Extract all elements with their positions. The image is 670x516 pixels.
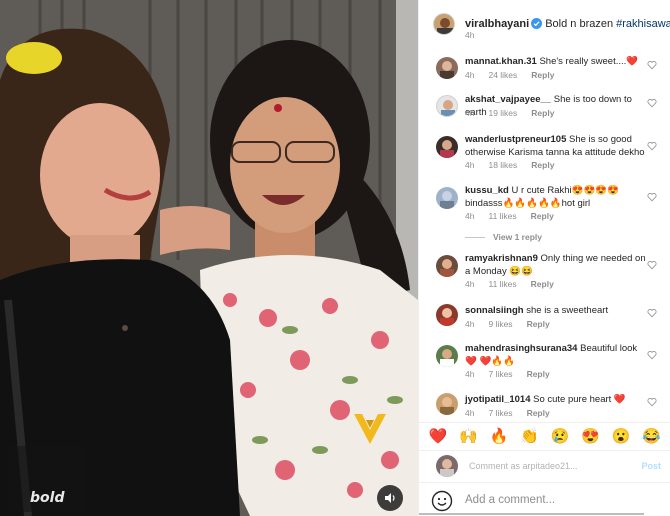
watermark-label: bold	[30, 490, 65, 506]
comment-username[interactable]: wanderlustpreneur105	[465, 134, 566, 145]
post-caption: viralbhayani Bold n brazen #rakhisawant 4…	[419, 0, 670, 44]
v-logo-icon	[354, 414, 386, 444]
comment-likes[interactable]: 11 likes	[488, 279, 516, 289]
comment-time: 4h	[465, 319, 475, 329]
comment-likes[interactable]: 9 likes	[488, 319, 512, 329]
reply-button[interactable]: Reply	[527, 319, 550, 329]
comment-time: 4h	[465, 70, 475, 80]
comment-time: 4h	[465, 369, 475, 379]
comment-likes[interactable]: 11 likes	[488, 211, 516, 221]
hashtag-link[interactable]: #rakhisawant	[616, 18, 670, 30]
like-heart-icon[interactable]	[647, 260, 657, 270]
comment-time: 4h	[465, 108, 475, 118]
comment-username[interactable]: mahendrasinghsurana34	[465, 343, 577, 354]
quick-reactions-bar: ❤️ 🙌 🔥 👏 😢 😍 😮 😂	[419, 422, 670, 448]
comment-time: 4h	[465, 279, 475, 289]
reply-button[interactable]: Reply	[531, 279, 554, 289]
comment-list[interactable]: mannat.khan.31 She's really sweet....❤️ …	[419, 44, 670, 422]
comment-username[interactable]: jyotipatil_1014	[465, 394, 530, 405]
reply-button[interactable]: Reply	[531, 108, 554, 118]
quick-comment-input[interactable]: Comment as arpitadeo21...	[469, 461, 578, 471]
like-heart-icon[interactable]	[647, 308, 657, 318]
speaker-icon	[385, 493, 395, 503]
reply-button[interactable]: Reply	[531, 70, 554, 80]
avatar[interactable]	[436, 255, 458, 277]
verified-badge-icon	[531, 18, 543, 29]
avatar[interactable]	[436, 393, 458, 415]
like-heart-icon[interactable]	[647, 98, 657, 108]
comment-likes[interactable]: 7 likes	[488, 369, 512, 379]
comments-panel: viralbhayani Bold n brazen #rakhisawant 4…	[418, 0, 670, 516]
add-comment-bar: Add a comment...	[419, 482, 670, 516]
avatar[interactable]	[436, 57, 458, 79]
avatar[interactable]	[436, 136, 458, 158]
comment-username[interactable]: sonnalsiingh	[465, 305, 524, 316]
comment-time: 4h	[465, 408, 475, 418]
like-heart-icon[interactable]	[647, 350, 657, 360]
reply-button[interactable]: Reply	[531, 211, 554, 221]
post-time: 4h	[465, 30, 475, 40]
reaction-heart-eyes[interactable]: 😍	[581, 427, 600, 445]
sound-toggle-button[interactable]	[377, 485, 403, 511]
avatar[interactable]	[436, 95, 458, 117]
post-username[interactable]: viralbhayani	[465, 18, 529, 30]
reaction-surprised[interactable]: 😮	[612, 427, 631, 445]
reaction-clap[interactable]: 👏	[520, 427, 539, 445]
view-replies-link[interactable]: View 1 reply	[465, 232, 542, 242]
watermark: bold	[8, 446, 84, 512]
smiley-icon[interactable]	[431, 490, 453, 512]
comment-time: 4h	[465, 160, 475, 170]
reply-button[interactable]: Reply	[531, 160, 554, 170]
avatar[interactable]	[436, 345, 458, 367]
add-comment-input[interactable]: Add a comment...	[465, 494, 555, 506]
comment-likes[interactable]: 18 likes	[488, 160, 517, 170]
reaction-crying[interactable]: 😢	[551, 427, 570, 445]
video-player[interactable]: bold	[0, 0, 418, 516]
comment-username[interactable]: ramyakrishnan9	[465, 253, 538, 264]
comment-time: 4h	[465, 211, 475, 221]
like-heart-icon[interactable]	[647, 192, 657, 202]
reply-button[interactable]: Reply	[527, 369, 550, 379]
comment-likes[interactable]: 7 likes	[488, 408, 512, 418]
avatar	[436, 455, 458, 477]
comment-text: So cute pure heart ❤️	[533, 394, 626, 405]
reaction-laughing[interactable]: 😂	[642, 427, 661, 445]
reply-button[interactable]: Reply	[527, 408, 550, 418]
comment-username[interactable]: mannat.khan.31	[465, 56, 537, 67]
like-heart-icon[interactable]	[647, 397, 657, 407]
scrollbar[interactable]	[419, 513, 644, 515]
avatar[interactable]	[433, 13, 455, 35]
like-heart-icon[interactable]	[647, 141, 657, 151]
avatar[interactable]	[436, 304, 458, 326]
comment-username[interactable]: kussu_kd	[465, 185, 509, 196]
reaction-fire[interactable]: 🔥	[490, 427, 509, 445]
reaction-heart[interactable]: ❤️	[429, 427, 448, 445]
like-heart-icon[interactable]	[647, 60, 657, 70]
avatar[interactable]	[436, 187, 458, 209]
post-caption-text: Bold n brazen	[545, 18, 617, 30]
comment-text: she is a sweetheart	[526, 305, 609, 316]
reaction-raised-hands[interactable]: 🙌	[459, 427, 478, 445]
comment-likes[interactable]: 24 likes	[488, 70, 517, 80]
comment-likes[interactable]: 19 likes	[488, 108, 517, 118]
comment-username[interactable]: akshat_vajpayee__	[465, 94, 551, 105]
post-button[interactable]: Post	[641, 461, 661, 471]
quick-comment-row: Comment as arpitadeo21... Post	[419, 450, 670, 480]
comment-text: She's really sweet....❤️	[539, 56, 639, 67]
